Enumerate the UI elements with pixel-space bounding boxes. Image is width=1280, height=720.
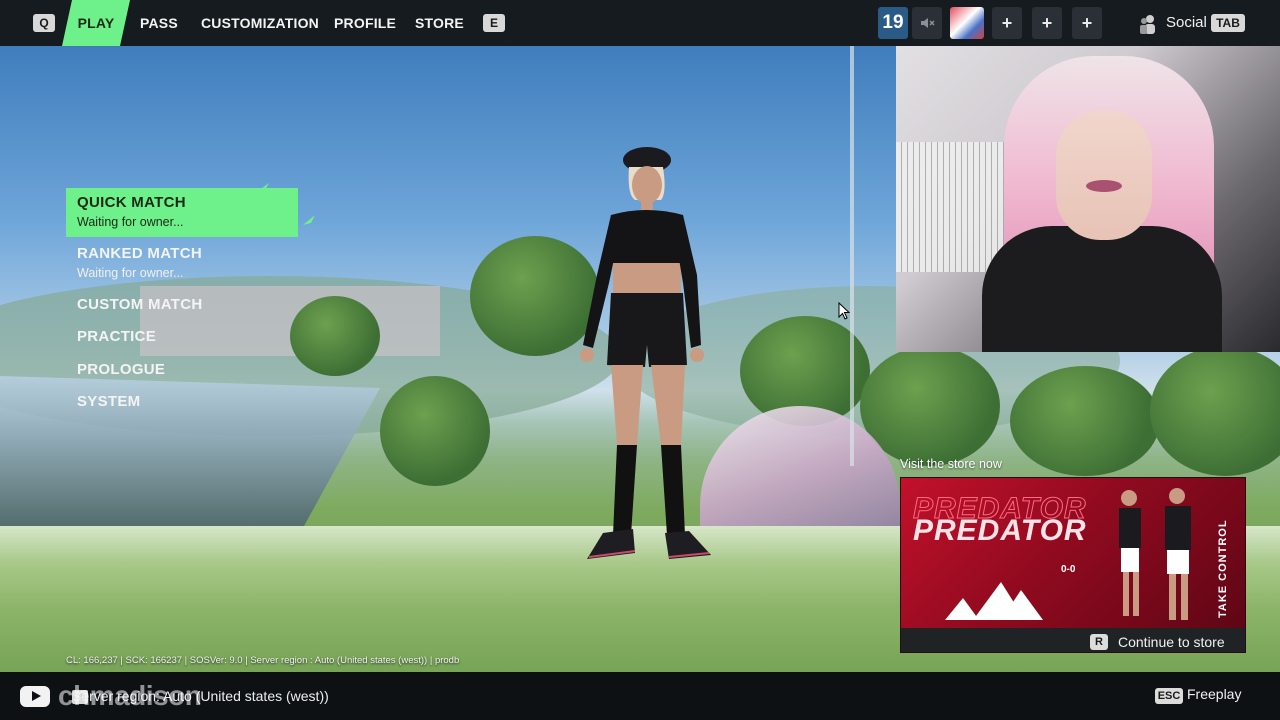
webcam-streamer-body: [982, 226, 1222, 352]
add-party-member-button[interactable]: +: [1032, 7, 1062, 39]
menu-practice[interactable]: PRACTICE: [66, 328, 298, 346]
tree: [290, 296, 380, 376]
social-key-hint: TAB: [1211, 14, 1245, 32]
promo-score-display: 0-0: [1061, 564, 1076, 575]
party-member-avatar[interactable]: [950, 7, 984, 39]
webcam-streamer-lips: [1086, 180, 1122, 192]
menu-custom-match[interactable]: CUSTOM MATCH: [66, 296, 298, 314]
next-tab-key[interactable]: E: [483, 14, 505, 32]
youtube-icon: [20, 686, 50, 707]
menu-item-title: PROLOGUE: [77, 361, 166, 378]
tab-pass[interactable]: PASS: [140, 0, 178, 46]
menu-item-title: PRACTICE: [77, 328, 157, 345]
tree: [1150, 346, 1280, 476]
prev-tab-key[interactable]: Q: [33, 14, 55, 32]
tree: [380, 376, 490, 486]
menu-item-title: SYSTEM: [77, 393, 141, 410]
store-promo-card[interactable]: PREDATOR PREDATOR 0-0 TAKE CONTROL R Con…: [900, 477, 1246, 653]
continue-key-hint: R: [1090, 634, 1108, 650]
tab-store[interactable]: STORE: [415, 0, 464, 46]
store-promo-heading: Visit the store now: [900, 457, 1002, 471]
player-character-model[interactable]: [565, 145, 715, 575]
mouse-cursor-icon: [838, 302, 850, 320]
continue-to-store-bar[interactable]: R Continue to store: [901, 628, 1245, 652]
menu-system[interactable]: SYSTEM: [66, 393, 298, 411]
three-stripes-logo-icon: [945, 582, 1043, 620]
menu-prologue[interactable]: PROLOGUE: [66, 361, 298, 379]
social-friends-icon[interactable]: [1138, 14, 1158, 34]
tab-customization[interactable]: CUSTOMIZATION: [201, 0, 319, 46]
social-label[interactable]: Social: [1166, 0, 1207, 46]
light-pole: [850, 46, 854, 466]
player-level-badge[interactable]: 19: [878, 7, 908, 39]
promo-tagline: TAKE CONTROL: [1217, 519, 1229, 618]
esc-key-hint: ESC: [1155, 688, 1183, 704]
predator-promo-banner[interactable]: PREDATOR PREDATOR 0-0 TAKE CONTROL: [901, 478, 1245, 628]
tree: [1010, 366, 1160, 476]
menu-item-title: RANKED MATCH: [77, 245, 202, 262]
continue-to-store-button[interactable]: Continue to store: [1118, 628, 1225, 652]
add-party-member-button[interactable]: +: [1072, 7, 1102, 39]
speaker-muted-icon[interactable]: [912, 7, 942, 39]
tab-play[interactable]: PLAY: [62, 0, 130, 46]
menu-item-title: CUSTOM MATCH: [77, 296, 203, 313]
tab-profile[interactable]: PROFILE: [334, 0, 396, 46]
build-status-line: CL: 166,237 | SCK: 166237 | SOSVer: 9.0 …: [66, 655, 460, 666]
add-party-member-button[interactable]: +: [992, 7, 1022, 39]
promo-players-image: [1119, 488, 1191, 620]
freeplay-button[interactable]: Freeplay: [1187, 686, 1241, 702]
menu-ranked-match[interactable]: RANKED MATCH Waiting for owner...: [66, 245, 298, 281]
streamer-watermark: chmadison: [58, 680, 202, 711]
promo-brand-title: PREDATOR: [913, 514, 1087, 547]
top-nav-bar: Q PLAY PASS CUSTOMIZATION PROFILE STORE …: [0, 0, 1280, 46]
webcam-streamer-face: [1056, 110, 1152, 240]
menu-item-status: Waiting for owner...: [77, 266, 184, 280]
streamer-webcam-overlay: [896, 46, 1280, 352]
selection-accent-icon: [258, 183, 315, 225]
